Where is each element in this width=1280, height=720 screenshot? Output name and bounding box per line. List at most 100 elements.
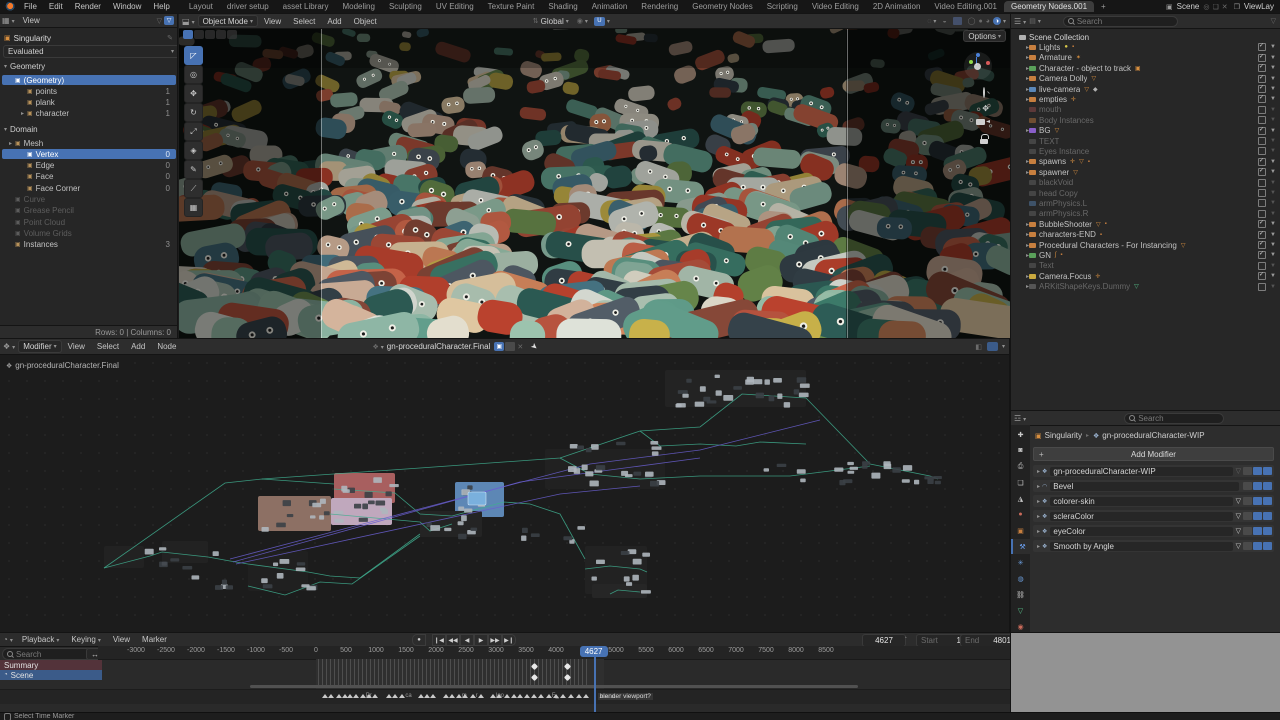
jump-end-button[interactable]: ▶❙ [502, 634, 516, 646]
marker-triangle[interactable] [576, 694, 582, 698]
outliner-row[interactable]: ▸Procedural Characters - For Instancing▽… [1011, 240, 1280, 250]
visibility-checkbox[interactable] [1258, 85, 1266, 93]
fake-user-toggle-icon[interactable]: ▣ [494, 342, 504, 351]
domain-row-3[interactable]: ▣Face0 [2, 172, 176, 182]
visibility-checkbox[interactable] [1258, 158, 1266, 166]
physics-tab[interactable]: ◍ [1011, 571, 1030, 586]
blender-logo-icon[interactable] [3, 2, 15, 11]
viewport-display-toggle[interactable] [1253, 467, 1262, 475]
visibility-checkbox[interactable] [1258, 168, 1266, 176]
node-tree-name[interactable]: gn-proceduralCharacter.Final [387, 342, 491, 351]
outliner-row[interactable]: ▸spawner▽▼ [1011, 167, 1280, 177]
workspace-tab[interactable]: UV Editing [429, 1, 481, 12]
outliner-row[interactable]: ▸live-camera▽◆▼ [1011, 84, 1280, 94]
modifier-panel[interactable]: ▸❖Smooth by Angle▽ [1033, 540, 1274, 552]
filter-funnel-icon[interactable]: ▼ [1270, 169, 1276, 175]
marker-triangle[interactable] [568, 694, 574, 698]
filter-funnel-icon[interactable]: ▼ [1270, 221, 1276, 227]
workspace-tab[interactable]: Animation [585, 1, 635, 12]
expand-arrow[interactable]: ▸ [1013, 54, 1029, 61]
marker-triangle[interactable] [517, 694, 523, 698]
modifier-name[interactable]: gn-proceduralCharacter-WIP [1050, 467, 1232, 476]
outliner-row[interactable]: armPhysics.L▼ [1011, 198, 1280, 208]
select-mode-pill-3[interactable] [216, 30, 226, 39]
workspace-tab[interactable]: Modeling [335, 1, 381, 12]
expand-arrow[interactable]: ▸ [1013, 283, 1029, 290]
topbar-menu-render[interactable]: Render [69, 2, 107, 11]
modifier-panel[interactable]: ▸❖gn-proceduralCharacter-WIP▽ [1033, 465, 1274, 477]
workspace-tab[interactable]: Video Editing [805, 1, 866, 12]
scene-pin-icon[interactable]: ◎ [1203, 3, 1209, 11]
visibility-checkbox[interactable] [1258, 54, 1266, 62]
node-menu-node[interactable]: Node [151, 342, 182, 351]
outliner-filter-icon[interactable]: ▽ [1271, 17, 1276, 25]
filter-funnel-icon[interactable]: ▼ [1270, 190, 1276, 196]
marker-triangle[interactable] [496, 694, 502, 698]
cursor-tool[interactable]: ◎ [184, 65, 203, 84]
timeline-menu-view[interactable]: View [107, 635, 136, 644]
filter-funnel-icon[interactable]: ▼ [1270, 242, 1276, 248]
marker-triangle[interactable] [531, 694, 537, 698]
shield-icon[interactable] [505, 342, 515, 351]
timeline-menu-marker[interactable]: Marker [136, 635, 173, 644]
workspace-tab[interactable]: driver setup [220, 1, 276, 12]
expand-arrow[interactable]: ▸ [1037, 513, 1040, 520]
workspace-tab[interactable]: Geometry Nodes.001 [1004, 1, 1094, 12]
workspace-tab[interactable]: asset Library [276, 1, 336, 12]
render-display-toggle[interactable] [1263, 497, 1272, 505]
pin-node-tree-icon[interactable]: ➤ [529, 341, 540, 352]
marker-triangle[interactable] [478, 694, 484, 698]
move-tool[interactable]: ✥ [184, 84, 203, 103]
node-overlay-icon[interactable] [987, 342, 998, 351]
workspace-tab[interactable]: Shading [541, 1, 584, 12]
expand-arrow[interactable]: ▸ [1013, 273, 1029, 280]
tool-tab[interactable]: ✚ [1011, 427, 1030, 442]
world-tab[interactable]: ● [1011, 507, 1030, 522]
play-reverse-button[interactable]: ◀ [460, 634, 474, 646]
mode-dropdown[interactable]: Object Mode▾ [198, 15, 258, 27]
workspace-tab[interactable]: Geometry Nodes [685, 1, 759, 12]
funnel-icon[interactable]: ▽ [1236, 542, 1241, 550]
shading-solid-icon[interactable]: ● [979, 18, 983, 25]
filter-funnel-icon[interactable]: ▼ [1270, 159, 1276, 165]
marker-triangle[interactable] [462, 694, 468, 698]
filter-funnel-icon[interactable]: ▼ [1270, 55, 1276, 61]
visibility-checkbox[interactable] [1258, 199, 1266, 207]
filter-funnel-icon[interactable]: ▼ [1270, 263, 1276, 269]
spreadsheet-view-menu[interactable]: View [17, 16, 46, 25]
filter-funnel-icon[interactable]: ▼ [1270, 128, 1276, 134]
render-display-toggle[interactable] [1263, 527, 1272, 535]
particles-tab[interactable]: ✳ [1011, 555, 1030, 570]
filter-funnel-icon[interactable]: ▼ [1270, 273, 1276, 279]
outliner-row[interactable]: armPhysics.R▼ [1011, 209, 1280, 219]
modifier-panel[interactable]: ▸❖colorer-skin▽ [1033, 495, 1274, 507]
outliner-row[interactable]: ▸BubbleShooter▽▪▼ [1011, 219, 1280, 229]
modifier-name[interactable]: Smooth by Angle [1050, 542, 1232, 551]
add-workspace-button[interactable]: + [1094, 1, 1113, 12]
filter-funnel-icon[interactable]: ▼ [1270, 96, 1276, 102]
outliner-editor-type-icon[interactable]: ☰▾ [1014, 17, 1026, 26]
transform-orientation-dropdown[interactable]: Global [541, 17, 564, 26]
marker-triangle[interactable] [353, 694, 359, 698]
marker-triangle[interactable] [392, 694, 398, 698]
shading-material-icon[interactable]: ◕ [986, 18, 990, 25]
visibility-checkbox[interactable] [1258, 75, 1266, 83]
viewport-display-toggle[interactable] [1253, 512, 1262, 520]
playhead[interactable] [594, 657, 596, 712]
expand-arrow[interactable]: ▸ [1013, 169, 1029, 176]
node-context-dropdown[interactable]: Modifier▾ [18, 340, 61, 353]
extra-toggle[interactable] [1243, 482, 1252, 490]
node-snap-icon[interactable]: ◧ [975, 343, 982, 351]
modifier-panel[interactable]: ▸❖eyeColor▽ [1033, 525, 1274, 537]
scene-new-icon[interactable]: ❏ [1212, 3, 1218, 11]
expand-arrow[interactable]: ▸ [1013, 86, 1029, 93]
expand-arrow[interactable]: ▸ [1037, 483, 1040, 490]
filter-funnel-icon[interactable]: ▼ [1270, 180, 1276, 186]
xray-toggle-icon[interactable] [953, 17, 962, 25]
properties-editor-type-icon[interactable]: ☲▾ [1014, 414, 1026, 423]
marker-triangle[interactable] [372, 694, 378, 698]
viewlayer-selector[interactable]: ViewLay [1244, 2, 1274, 11]
filter-funnel-icon[interactable]: ▼ [1270, 200, 1276, 206]
jump-start-button[interactable]: ❙◀ [432, 634, 446, 646]
scene-unlink-icon[interactable]: ✕ [1222, 3, 1228, 11]
